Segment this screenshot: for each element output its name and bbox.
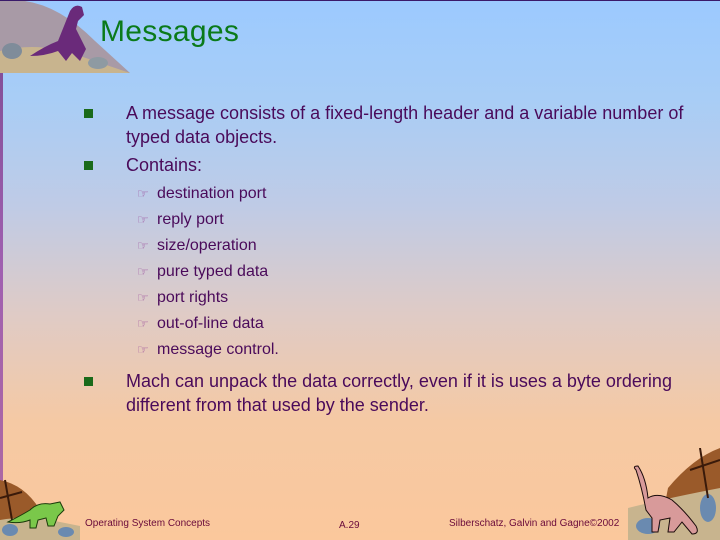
square-bullet-icon (84, 377, 93, 386)
pointing-hand-icon: ☞ (137, 186, 149, 201)
pointing-hand-icon: ☞ (137, 238, 149, 253)
sub-bullet-text: pure typed data (157, 263, 269, 280)
sub-bullet-text: size/operation (157, 237, 257, 254)
bullet-text: A message consists of a fixed-length hea… (126, 103, 684, 147)
slide-footer: Operating System Concepts A.29 Silbersch… (0, 510, 720, 540)
sub-bullet-item: ☞ size/operation (137, 233, 684, 259)
bullet-text: Contains: (126, 155, 203, 175)
sub-bullet-item: ☞ message control. (137, 337, 684, 363)
footer-page-number: A.29 (339, 520, 360, 531)
bullet-item: Contains: (84, 153, 684, 177)
square-bullet-icon (84, 161, 93, 170)
sub-bullet-item: ☞ port rights (137, 285, 684, 311)
sub-bullet-item: ☞ out-of-line data (137, 311, 684, 337)
sub-bullet-text: destination port (157, 185, 267, 202)
sub-bullet-item: ☞ reply port (137, 207, 684, 233)
sub-bullet-text: out-of-line data (157, 315, 264, 332)
pointing-hand-icon: ☞ (137, 316, 149, 331)
bullet-list: A message consists of a fixed-length hea… (84, 101, 684, 421)
sub-bullet-text: reply port (157, 211, 224, 228)
slide-title: Messages (100, 15, 240, 48)
square-bullet-icon (84, 109, 93, 118)
sub-bullet-text: port rights (157, 289, 229, 306)
footer-course-title: Operating System Concepts (85, 518, 211, 529)
pointing-hand-icon: ☞ (137, 342, 149, 357)
slide: Messages A message consists of a fixed-l… (0, 0, 720, 540)
sub-bullet-item: ☞ destination port (137, 181, 684, 207)
sub-bullet-item: ☞ pure typed data (137, 259, 684, 285)
footer-copyright: Silberschatz, Galvin and Gagne©2002 (449, 518, 620, 529)
pointing-hand-icon: ☞ (137, 212, 149, 227)
pointing-hand-icon: ☞ (137, 290, 149, 305)
bullet-item: A message consists of a fixed-length hea… (84, 101, 684, 149)
sub-bullet-list: ☞ destination port ☞ reply port ☞ size/oper… (84, 181, 684, 363)
bullet-text: Mach can unpack the data correctly, even… (126, 371, 672, 415)
bullet-item: Mach can unpack the data correctly, even… (84, 369, 684, 417)
pointing-hand-icon: ☞ (137, 264, 149, 279)
sub-bullet-text: message control. (157, 341, 279, 358)
